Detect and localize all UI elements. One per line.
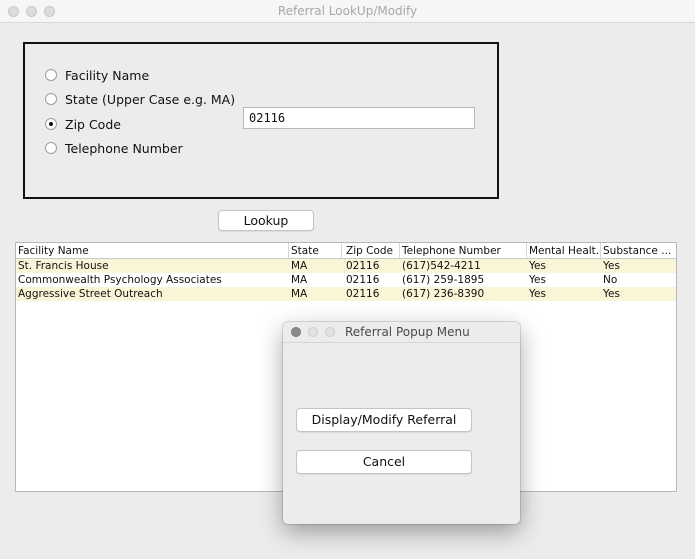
radio-button-selected[interactable] bbox=[45, 118, 57, 130]
cell-telephone: (617) 236-8390 bbox=[402, 288, 485, 300]
popup-minimize-icon[interactable] bbox=[308, 327, 318, 337]
radio-telephone-number[interactable]: Telephone Number bbox=[45, 139, 183, 157]
table-header: Facility Name State Zip Code Telephone N… bbox=[16, 243, 676, 259]
cancel-button[interactable]: Cancel bbox=[296, 450, 472, 474]
table-row[interactable]: St. Francis House MA 02116 (617)542-4211… bbox=[16, 259, 676, 273]
radio-label: Facility Name bbox=[65, 67, 150, 83]
cell-mental-health: Yes bbox=[529, 288, 546, 300]
radio-button[interactable] bbox=[45, 93, 57, 105]
window-titlebar: Referral LookUp/Modify bbox=[0, 0, 695, 23]
column-header-mental-health[interactable]: Mental Healt... bbox=[529, 245, 599, 257]
referral-popup-menu: Referral Popup Menu Display/Modify Refer… bbox=[283, 322, 520, 524]
cell-state: MA bbox=[291, 260, 308, 272]
radio-label: State (Upper Case e.g. MA) bbox=[65, 91, 236, 107]
cell-zip-code: 02116 bbox=[346, 274, 380, 286]
column-header-facility-name[interactable]: Facility Name bbox=[18, 245, 286, 257]
radio-label: Zip Code bbox=[65, 116, 121, 132]
cell-state: MA bbox=[291, 274, 308, 286]
cell-mental-health: Yes bbox=[529, 274, 546, 286]
cell-substance: No bbox=[603, 274, 618, 286]
table-row[interactable]: Commonwealth Psychology Associates MA 02… bbox=[16, 273, 676, 287]
radio-button[interactable] bbox=[45, 69, 57, 81]
cell-telephone: (617)542-4211 bbox=[402, 260, 481, 272]
display-modify-referral-button[interactable]: Display/Modify Referral bbox=[296, 408, 472, 432]
radio-zip-code[interactable]: Zip Code bbox=[45, 115, 121, 133]
lookup-button[interactable]: Lookup bbox=[218, 210, 314, 231]
cell-mental-health: Yes bbox=[529, 260, 546, 272]
cell-substance: Yes bbox=[603, 260, 620, 272]
column-header-state[interactable]: State bbox=[291, 245, 339, 257]
column-header-telephone-number[interactable]: Telephone Number bbox=[402, 245, 524, 257]
cell-substance: Yes bbox=[603, 288, 620, 300]
radio-button[interactable] bbox=[45, 142, 57, 154]
cell-zip-code: 02116 bbox=[346, 260, 380, 272]
radio-facility-name[interactable]: Facility Name bbox=[45, 66, 149, 84]
cell-telephone: (617) 259-1895 bbox=[402, 274, 485, 286]
search-value-input[interactable] bbox=[243, 107, 475, 129]
radio-state[interactable]: State (Upper Case e.g. MA) bbox=[45, 90, 235, 108]
window-title: Referral LookUp/Modify bbox=[277, 4, 418, 18]
cell-state: MA bbox=[291, 288, 308, 300]
radio-label: Telephone Number bbox=[65, 140, 183, 156]
cell-facility-name: Commonwealth Psychology Associates bbox=[18, 274, 222, 286]
table-row[interactable]: Aggressive Street Outreach MA 02116 (617… bbox=[16, 287, 676, 301]
popup-close-icon[interactable] bbox=[291, 327, 301, 337]
column-header-zip-code[interactable]: Zip Code bbox=[346, 245, 398, 257]
cell-facility-name: St. Francis House bbox=[18, 260, 109, 272]
popup-zoom-icon[interactable] bbox=[325, 327, 335, 337]
cell-zip-code: 02116 bbox=[346, 288, 380, 300]
column-header-substance[interactable]: Substance ... bbox=[603, 245, 673, 257]
cell-facility-name: Aggressive Street Outreach bbox=[18, 288, 163, 300]
search-criteria-group: Facility Name State (Upper Case e.g. MA)… bbox=[23, 42, 499, 199]
popup-title: Referral Popup Menu bbox=[345, 325, 470, 339]
popup-titlebar: Referral Popup Menu bbox=[283, 322, 520, 343]
